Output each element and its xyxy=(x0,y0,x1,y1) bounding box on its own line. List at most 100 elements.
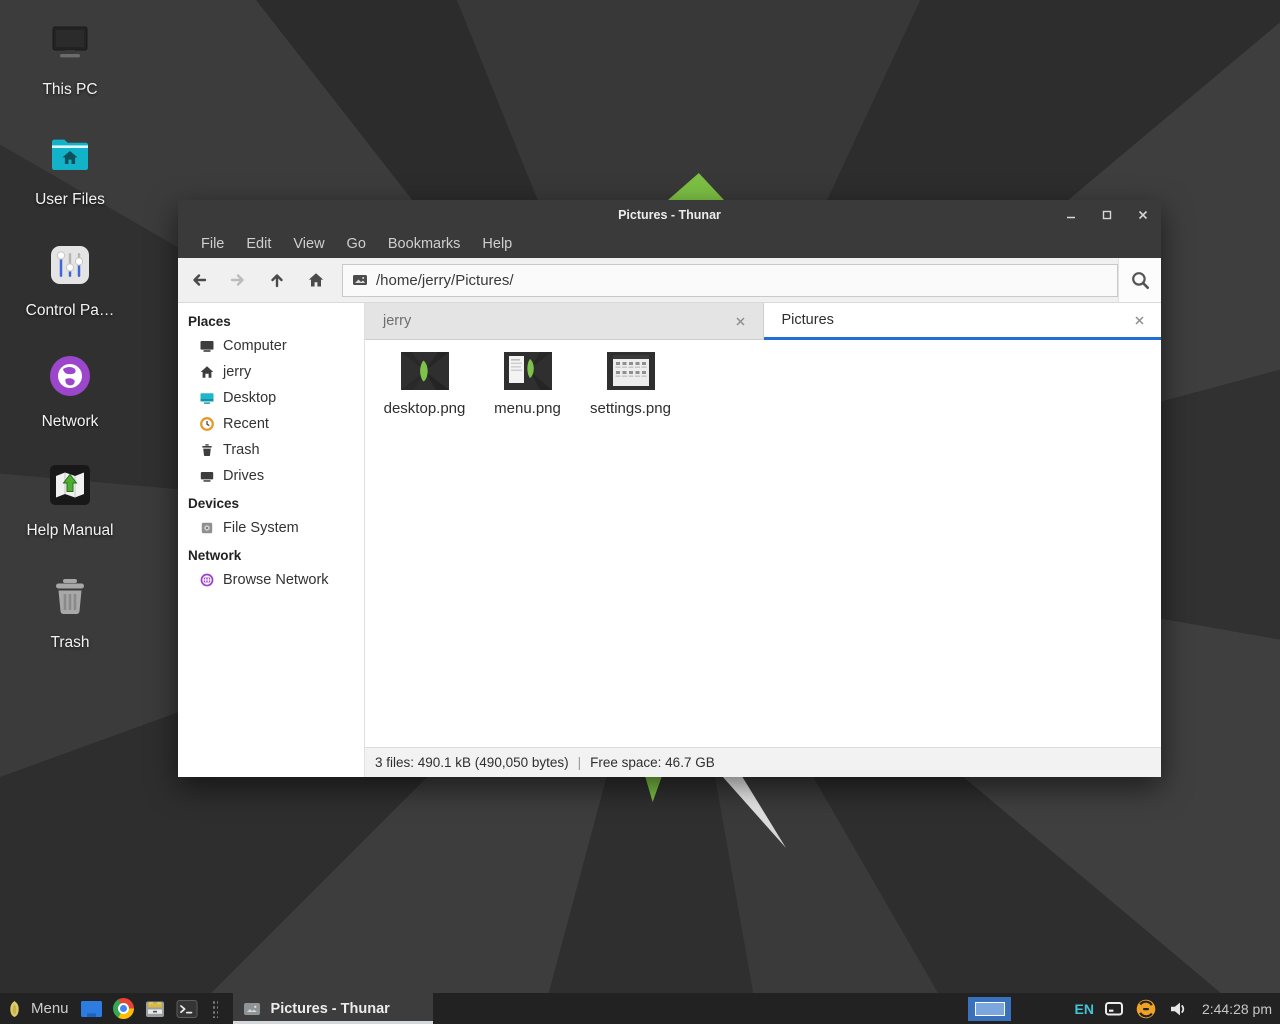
keyboard-layout-indicator[interactable]: EN xyxy=(1074,1001,1093,1017)
sidebar-item-browse-network[interactable]: Browse Network xyxy=(178,567,364,593)
titlebar[interactable]: Pictures - Thunar xyxy=(178,200,1161,229)
menu-edit[interactable]: Edit xyxy=(235,229,282,258)
desktop-icon-this-pc[interactable]: This PC xyxy=(10,20,130,99)
sidebar-item-computer[interactable]: Computer xyxy=(178,333,364,359)
file-item-menu-png[interactable]: menu.png xyxy=(476,352,579,417)
display-tray-icon xyxy=(1104,1001,1124,1017)
show-desktop-button[interactable] xyxy=(80,997,103,1020)
chrome-icon xyxy=(113,998,134,1019)
sidebar-item-label: Drives xyxy=(223,468,264,484)
sidebar-item-desktop[interactable]: Desktop xyxy=(178,385,364,411)
menu-button[interactable]: Menu xyxy=(5,993,71,1024)
file-item-desktop-png[interactable]: desktop.png xyxy=(373,352,476,417)
menubar: File Edit View Go Bookmarks Help xyxy=(178,229,1161,258)
control-panel-icon xyxy=(46,241,94,289)
home-button[interactable] xyxy=(298,262,334,298)
update-manager-applet[interactable] xyxy=(1135,997,1158,1020)
desktop-icon-help-manual[interactable]: Help Manual xyxy=(10,461,130,540)
sidebar-item-trash[interactable]: Trash xyxy=(178,437,364,463)
image-thumbnail xyxy=(401,352,449,390)
mint-menu-logo-icon xyxy=(7,999,22,1019)
back-button[interactable] xyxy=(181,262,217,298)
sidebar-item-label: File System xyxy=(223,520,299,536)
drives-icon xyxy=(199,468,215,484)
maximize-icon xyxy=(1101,209,1113,221)
tab-close-button[interactable] xyxy=(1131,312,1147,328)
user-files-folder-icon xyxy=(46,130,94,178)
thunar-task-icon xyxy=(243,1001,261,1017)
file-list-view[interactable]: desktop.png menu.png xyxy=(365,340,1161,747)
this-pc-icon xyxy=(46,20,94,68)
file-item-settings-png[interactable]: settings.png xyxy=(579,352,682,417)
image-icon xyxy=(352,272,368,288)
desktop-screen-icon xyxy=(199,390,215,406)
filesystem-drive-icon xyxy=(199,520,215,536)
sidebar-item-label: Trash xyxy=(223,442,260,458)
workspace-switcher[interactable] xyxy=(968,997,1011,1021)
forward-icon xyxy=(228,270,248,290)
panel-drag-handle[interactable] xyxy=(212,1000,218,1018)
file-manager-launcher[interactable] xyxy=(144,997,167,1020)
minimize-button[interactable] xyxy=(1063,207,1079,223)
close-button[interactable] xyxy=(1135,207,1151,223)
file-cabinet-icon xyxy=(144,999,166,1019)
image-thumbnail xyxy=(504,352,552,390)
close-icon xyxy=(735,316,746,327)
desktop-icon-trash[interactable]: Trash xyxy=(10,573,130,652)
sidebar-item-label: Browse Network xyxy=(223,572,329,588)
update-refresh-icon xyxy=(1135,998,1157,1020)
menu-help[interactable]: Help xyxy=(471,229,523,258)
maximize-button[interactable] xyxy=(1099,207,1115,223)
recent-clock-icon xyxy=(199,416,215,432)
menu-file[interactable]: File xyxy=(190,229,235,258)
sidebar-header-network: Network xyxy=(178,543,364,567)
tab-pictures[interactable]: Pictures xyxy=(764,303,1162,340)
desktop-icon-control-panel[interactable]: Control Pa… xyxy=(10,241,130,320)
up-button[interactable] xyxy=(259,262,295,298)
menu-go[interactable]: Go xyxy=(336,229,377,258)
clock[interactable]: 2:44:28 pm xyxy=(1199,1001,1272,1017)
search-button[interactable] xyxy=(1118,258,1161,302)
show-desktop-icon xyxy=(80,1000,103,1018)
tab-label: Pictures xyxy=(782,312,1132,328)
desktop-icon-network[interactable]: Network xyxy=(10,352,130,431)
back-icon xyxy=(189,270,209,290)
path-bar[interactable]: /home/jerry/Pictures/ xyxy=(342,264,1118,297)
desktop-icon-label: Control Pa… xyxy=(26,302,115,320)
tab-close-button[interactable] xyxy=(733,313,749,329)
window-title: Pictures - Thunar xyxy=(618,208,721,222)
close-icon xyxy=(1137,209,1149,221)
network-globe-icon xyxy=(46,352,94,400)
up-icon xyxy=(267,270,287,290)
sidebar-item-label: jerry xyxy=(223,364,251,380)
chrome-launcher[interactable] xyxy=(112,997,135,1020)
status-free-space: Free space: 46.7 GB xyxy=(590,755,715,770)
close-icon xyxy=(1134,315,1145,326)
toolbar: /home/jerry/Pictures/ xyxy=(178,258,1161,303)
menu-view[interactable]: View xyxy=(282,229,335,258)
home-icon xyxy=(306,270,326,290)
trash-icon xyxy=(199,442,215,458)
tray-display-applet[interactable] xyxy=(1103,997,1126,1020)
minimize-icon xyxy=(1065,209,1077,221)
terminal-launcher[interactable] xyxy=(176,997,199,1020)
sidebar-item-file-system[interactable]: File System xyxy=(178,515,364,541)
trash-can-icon xyxy=(46,573,94,621)
browse-network-globe-icon xyxy=(199,572,215,588)
desktop-icon-user-files[interactable]: User Files xyxy=(10,130,130,209)
tab-jerry[interactable]: jerry xyxy=(365,303,764,340)
taskbar-task-thunar[interactable]: Pictures - Thunar xyxy=(233,993,433,1024)
sidebar-item-jerry[interactable]: jerry xyxy=(178,359,364,385)
forward-button[interactable] xyxy=(220,262,256,298)
sidebar-header-devices: Devices xyxy=(178,491,364,515)
volume-icon xyxy=(1168,1000,1188,1018)
workspace-1[interactable] xyxy=(975,1002,1005,1016)
volume-applet[interactable] xyxy=(1167,997,1190,1020)
help-manual-icon xyxy=(46,461,94,509)
search-icon xyxy=(1129,269,1151,291)
sidebar-item-drives[interactable]: Drives xyxy=(178,463,364,489)
sidebar-item-recent[interactable]: Recent xyxy=(178,411,364,437)
terminal-icon xyxy=(176,999,198,1019)
sidebar-header-places: Places xyxy=(178,309,364,333)
menu-bookmarks[interactable]: Bookmarks xyxy=(377,229,472,258)
